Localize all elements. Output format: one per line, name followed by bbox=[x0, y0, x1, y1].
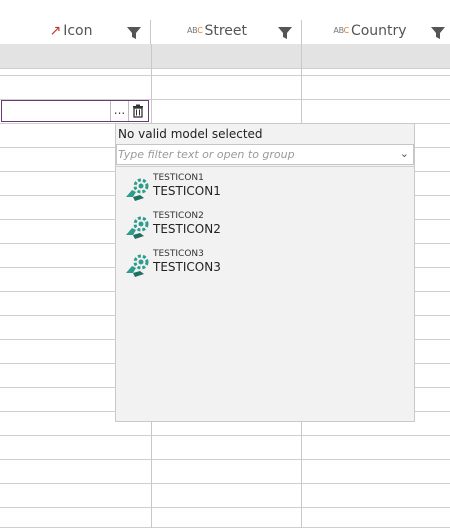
column-header-label: Icon bbox=[63, 23, 93, 39]
icon-option-testicon2[interactable]: TESTICON2 TESTICON2 bbox=[124, 209, 404, 243]
table-row[interactable] bbox=[0, 436, 450, 460]
table-row[interactable] bbox=[0, 484, 450, 508]
link-arrow-icon: ↗ bbox=[49, 23, 62, 39]
option-name: TESTICON1 bbox=[153, 184, 221, 198]
icon-cell-editor[interactable]: ... bbox=[1, 100, 149, 122]
no-model-message: No valid model selected bbox=[118, 127, 263, 141]
group-row bbox=[0, 44, 450, 69]
grid-header: ↗ Icon ABC Street ABC Country bbox=[0, 20, 450, 45]
icon-option-testicon3[interactable]: TESTICON3 TESTICON3 bbox=[124, 247, 404, 281]
text-type-icon: ABC bbox=[186, 26, 203, 35]
gear-hand-icon bbox=[126, 254, 149, 277]
option-name: TESTICON3 bbox=[153, 260, 221, 274]
column-header-label: Street bbox=[204, 23, 248, 39]
icon-picker-dropdown: No valid model selected ⌄ TESTICON1 TEST… bbox=[115, 123, 415, 422]
browse-button[interactable]: ... bbox=[110, 101, 128, 121]
column-header-country[interactable]: ABC Country bbox=[302, 20, 450, 44]
icon-option-testicon1[interactable]: TESTICON1 TESTICON1 bbox=[124, 171, 404, 205]
table-row[interactable] bbox=[0, 460, 450, 484]
top-toolbar-strip bbox=[0, 0, 450, 21]
option-code: TESTICON1 bbox=[153, 173, 204, 183]
column-header-icon[interactable]: ↗ Icon bbox=[0, 20, 151, 44]
divider bbox=[116, 166, 414, 167]
gear-hand-icon bbox=[126, 216, 149, 239]
filter-icon[interactable] bbox=[430, 25, 446, 41]
table-row[interactable] bbox=[0, 68, 450, 76]
option-name: TESTICON2 bbox=[153, 222, 221, 236]
filter-input[interactable] bbox=[118, 146, 388, 162]
table-row[interactable] bbox=[0, 508, 450, 528]
option-code: TESTICON3 bbox=[153, 249, 204, 259]
filter-icon[interactable] bbox=[277, 25, 293, 41]
column-header-street[interactable]: ABC Street bbox=[151, 20, 302, 44]
filter-box[interactable]: ⌄ bbox=[116, 144, 414, 165]
option-code: TESTICON2 bbox=[153, 211, 204, 221]
chevron-down-icon[interactable]: ⌄ bbox=[400, 147, 409, 160]
text-type-icon: ABC bbox=[333, 26, 349, 35]
trash-icon bbox=[133, 104, 143, 118]
delete-button[interactable] bbox=[128, 101, 147, 121]
table-row[interactable] bbox=[0, 76, 450, 100]
column-header-label: Country bbox=[350, 23, 407, 39]
gear-hand-icon bbox=[126, 178, 149, 201]
filter-icon[interactable] bbox=[126, 25, 142, 41]
